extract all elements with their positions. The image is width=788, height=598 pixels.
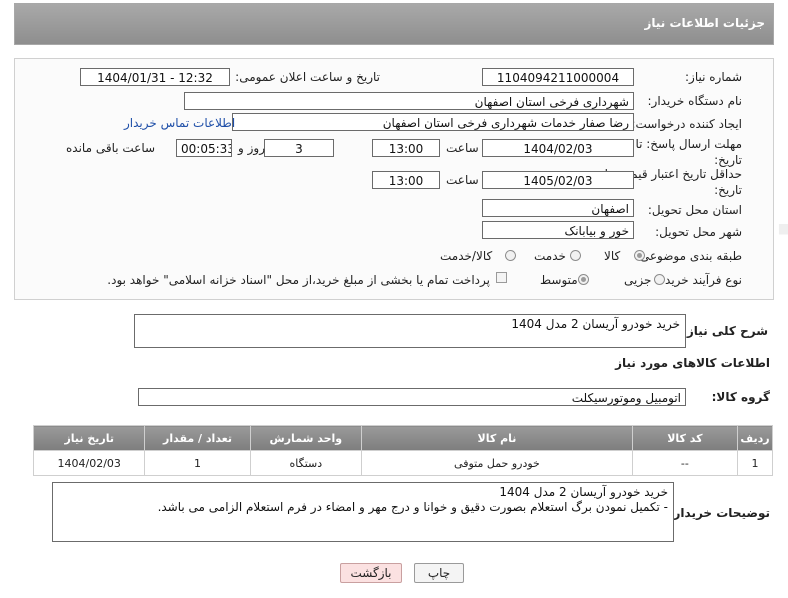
announce-date-field[interactable]: 1404/01/31 - 12:32	[80, 68, 230, 86]
need-number-label: شماره نیاز:	[685, 70, 742, 84]
category-radio-service[interactable]	[570, 250, 581, 261]
goods-group-label: گروه کالا:	[711, 390, 770, 404]
buyer-notes-line-2: - تکمیل نمودن برگ استعلام بصورت دقیق و خ…	[157, 500, 668, 514]
process-option-small: جزیی	[624, 273, 652, 287]
cell-unit: دستگاه	[249, 450, 363, 476]
print-button[interactable]: چاپ	[414, 563, 464, 583]
announce-date-label: تاریخ و ساعت اعلان عمومی:	[235, 70, 380, 84]
col-need-date: تاریخ نیاز	[32, 425, 146, 451]
process-radio-small[interactable]	[654, 274, 665, 285]
process-radio-medium[interactable]	[578, 274, 589, 285]
buyer-notes-textarea[interactable]: خرید خودرو آریسان 2 مدل 1404 - تکمیل نمو…	[52, 482, 674, 542]
reply-time-field[interactable]: 13:00	[372, 139, 440, 157]
description-textarea[interactable]: خرید خودرو آریسان 2 مدل 1404	[134, 314, 686, 348]
category-label: طبقه بندی موضوعی:	[635, 249, 742, 263]
cell-item-name: خودرو حمل متوفی	[361, 450, 633, 476]
remaining-time-label: ساعت باقی مانده	[66, 141, 156, 155]
goods-group-field[interactable]: اتومبیل وموتورسیکلت	[138, 388, 686, 406]
category-radio-goods[interactable]	[634, 250, 645, 261]
price-date-field[interactable]: 1405/02/03	[482, 171, 634, 189]
goods-section-title: اطلاعات کالاهای مورد نیاز	[615, 356, 770, 370]
price-time-label: ساعت	[446, 173, 479, 187]
cell-need-date: 1404/02/03	[32, 450, 146, 476]
reply-date-field[interactable]: 1404/02/03	[482, 139, 634, 157]
creator-field[interactable]: رضا صفار خدمات شهرداری فرخی استان اصفهان	[232, 113, 634, 131]
category-radio-goods-service[interactable]	[505, 250, 516, 261]
province-label: استان محل تحویل:	[647, 203, 742, 217]
process-option-medium: متوسط	[540, 273, 578, 287]
category-option-goods-service: کالا/خدمت	[440, 249, 493, 263]
col-row-number: ردیف	[736, 425, 774, 451]
col-quantity: تعداد / مقدار	[144, 425, 251, 451]
buyer-notes-line-1: خرید خودرو آریسان 2 مدل 1404	[499, 485, 668, 499]
treasury-checkbox[interactable]	[496, 272, 507, 283]
col-item-code: کد کالا	[631, 425, 738, 451]
col-unit: واحد شمارش	[249, 425, 363, 451]
cell-row-number: 1	[736, 450, 774, 476]
province-field[interactable]: اصفهان	[482, 199, 634, 217]
items-table-header: تاریخ نیاز تعداد / مقدار واحد شمارش نام …	[32, 425, 774, 451]
buyer-org-field[interactable]: شهرداری فرخی استان اصفهان	[184, 92, 634, 110]
city-label: شهر محل تحویل:	[655, 225, 742, 239]
remaining-time-field[interactable]: 00:05:33	[176, 139, 232, 157]
description-label: شرح کلی نیاز:	[682, 324, 768, 338]
table-row[interactable]: 1404/02/03 1 دستگاه خودرو حمل متوفی -- 1	[32, 450, 774, 476]
category-option-service: خدمت	[534, 249, 566, 263]
category-option-goods: کالا	[604, 249, 621, 263]
buyer-org-label: نام دستگاه خریدار:	[647, 94, 743, 108]
buyer-notes-label: توضیحات خریدار:	[668, 506, 770, 520]
header-bar: جزئیات اطلاعات نیاز	[14, 3, 774, 45]
process-label: نوع فرآیند خرید :	[657, 273, 742, 287]
days-label: روز و	[238, 141, 265, 155]
cell-quantity: 1	[144, 450, 251, 476]
reply-time-label: ساعت	[446, 141, 479, 155]
cell-item-code: --	[631, 450, 738, 476]
price-time-field[interactable]: 13:00	[372, 171, 440, 189]
items-table: تاریخ نیاز تعداد / مقدار واحد شمارش نام …	[32, 425, 774, 476]
buyer-contact-link[interactable]: اطلاعات تماس خریدار	[124, 116, 235, 130]
city-field[interactable]: خور و بیابانک	[482, 221, 634, 239]
col-item-name: نام کالا	[361, 425, 633, 451]
reply-deadline-label: مهلت ارسال پاسخ: تا تاریخ:	[635, 137, 742, 167]
back-button[interactable]: بازگشت	[340, 563, 402, 583]
page-title: جزئیات اطلاعات نیاز	[644, 16, 765, 30]
need-number-field[interactable]: 1104094211000004	[482, 68, 634, 86]
days-field[interactable]: 3	[264, 139, 334, 157]
payment-note: پرداخت تمام یا بخشی از مبلغ خرید،از محل …	[107, 273, 490, 287]
creator-label: ایجاد کننده درخواست:	[631, 117, 742, 131]
